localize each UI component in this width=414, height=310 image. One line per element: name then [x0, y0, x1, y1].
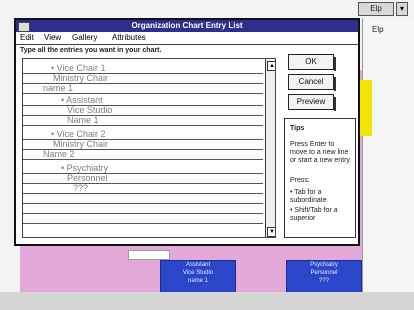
entry-line[interactable]: • Vice Chair 1 [51, 63, 106, 73]
row-divider [23, 183, 263, 184]
minimize-button[interactable]: ▾ [396, 2, 408, 16]
org-box-right[interactable]: Psychiatry Personnel ??? [286, 260, 362, 296]
bottom-strip [0, 292, 414, 310]
row-divider [23, 73, 263, 74]
row-divider [23, 93, 263, 94]
top-right-button[interactable]: Elp [358, 2, 394, 16]
row-divider [23, 223, 263, 224]
tips-panel: Tips Press Enter to move to a new line o… [284, 118, 356, 238]
entry-line[interactable]: Ministry Chair [53, 73, 108, 83]
side-panel [362, 18, 414, 310]
row-divider [23, 115, 263, 116]
instruction-text: Type all the entries you want in your ch… [20, 47, 162, 54]
menu-gallery[interactable]: Gallery [72, 33, 97, 42]
tips-bullet: • Tab for a subordinate [290, 189, 327, 204]
entry-line[interactable]: • Psychiatry [61, 163, 108, 173]
entry-line[interactable]: Name 2 [43, 149, 75, 159]
entry-line[interactable]: Ministry Chair [53, 139, 108, 149]
tips-bullet: • Shift/Tab for a superior [290, 207, 338, 222]
row-divider [23, 149, 263, 150]
entry-line[interactable]: Name 1 [67, 115, 99, 125]
entry-line[interactable]: • Assistant [61, 95, 103, 105]
entry-list[interactable]: • Vice Chair 1 Ministry Chair name 1 • A… [22, 58, 276, 238]
row-divider [23, 203, 263, 204]
row-divider [23, 125, 263, 126]
vertical-scrollbar[interactable]: ▲ ▼ [265, 59, 275, 237]
dialog-titlebar: Organization Chart Entry List [16, 20, 358, 32]
entry-line[interactable]: Personnel [67, 173, 108, 183]
entry-line[interactable]: name 1 [43, 83, 73, 93]
connector-line [128, 250, 170, 260]
tips-heading: Tips [290, 125, 305, 132]
yellow-accent [360, 80, 372, 136]
row-divider [23, 173, 263, 174]
dialog-menubar: Edit View Gallery Attributes [16, 32, 358, 45]
preview-button[interactable]: Preview [288, 94, 336, 111]
row-divider [23, 193, 263, 194]
tips-press-label: Press: [290, 177, 310, 184]
cancel-button[interactable]: Cancel [288, 74, 336, 91]
ok-button[interactable]: OK [288, 54, 336, 71]
row-divider [23, 213, 263, 214]
scroll-down-icon[interactable]: ▼ [267, 227, 275, 237]
org-box-left[interactable]: Assistant Vice Studio name 1 [160, 260, 236, 296]
menu-edit[interactable]: Edit [20, 33, 34, 42]
menu-view[interactable]: View [44, 33, 61, 42]
entry-line[interactable]: ??? [73, 183, 88, 193]
entry-line[interactable]: • Vice Chair 2 [51, 129, 106, 139]
row-divider [23, 83, 263, 84]
scroll-up-icon[interactable]: ▲ [267, 61, 275, 71]
org-chart-entry-dialog: Organization Chart Entry List Edit View … [14, 18, 360, 246]
system-menu-icon[interactable] [18, 22, 30, 32]
entry-line[interactable]: Vice Studio [67, 105, 112, 115]
side-menu-label[interactable]: Elp [362, 24, 414, 36]
menu-attributes[interactable]: Attributes [112, 33, 146, 42]
row-divider [23, 159, 263, 160]
tips-text: Press Enter to move to a new line or sta… [290, 141, 352, 164]
row-divider [23, 105, 263, 106]
row-divider [23, 139, 263, 140]
